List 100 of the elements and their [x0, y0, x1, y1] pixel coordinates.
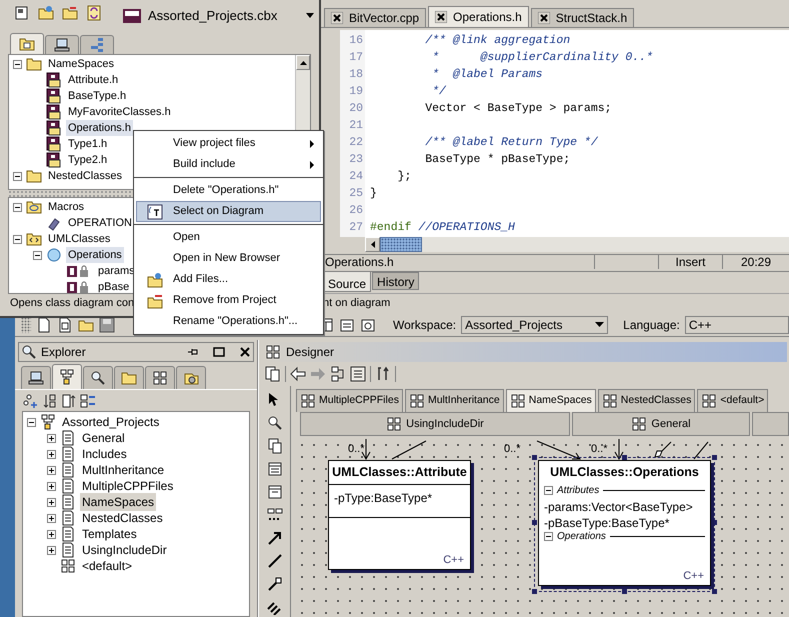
tree-item[interactable]: Type2.h — [66, 152, 110, 168]
maximize-icon[interactable] — [213, 346, 225, 358]
properties-icon[interactable] — [339, 316, 355, 332]
collapse-icon[interactable] — [13, 202, 22, 212]
close-icon[interactable] — [331, 12, 343, 24]
refresh-icon[interactable] — [86, 5, 102, 21]
diagram-tab[interactable]: General — [572, 412, 750, 436]
collapse-icon[interactable] — [27, 418, 36, 426]
save-icon[interactable] — [99, 316, 115, 332]
diagram-tab[interactable]: MultInheritance — [404, 389, 504, 412]
class-box[interactable]: UMLClasses::Attribute -pType:BaseType* C++ — [328, 460, 471, 570]
diagram-tab[interactable]: NestedClasses — [598, 389, 696, 412]
hierarchy-icon[interactable] — [330, 366, 346, 382]
interface-tool-icon[interactable] — [266, 484, 282, 500]
panel-tab[interactable] — [10, 33, 44, 54]
view-tab[interactable]: History — [372, 272, 420, 290]
tree-item[interactable]: <default> — [80, 557, 134, 575]
toolbar-grip[interactable] — [21, 316, 31, 332]
diagram-tab[interactable]: NameSpaces — [506, 389, 596, 412]
expand-icon[interactable] — [47, 466, 56, 474]
menu-item[interactable]: View project files — [136, 133, 321, 154]
collapse-icon[interactable] — [13, 172, 22, 180]
view-tab[interactable]: Source — [323, 272, 372, 292]
connector-line[interactable] — [694, 442, 708, 460]
panel-tab[interactable] — [176, 366, 206, 389]
tree-item[interactable]: BaseType.h — [66, 88, 128, 104]
tree-item[interactable]: OPERATION — [66, 214, 134, 232]
tree-item[interactable]: Operations — [66, 246, 124, 264]
panel-tab[interactable] — [45, 35, 79, 54]
package-icon[interactable] — [266, 438, 282, 454]
panel-tab[interactable] — [145, 366, 175, 389]
tree-item[interactable]: params — [96, 262, 137, 280]
expand-icon[interactable] — [47, 530, 56, 538]
code-editor[interactable] — [340, 30, 789, 238]
editor-tab[interactable]: BitVector.cpp — [324, 8, 426, 27]
pin-icon[interactable] — [187, 346, 199, 358]
collapse-icon[interactable] — [33, 250, 42, 260]
sort-icon[interactable] — [42, 392, 58, 408]
class-box[interactable]: UMLClasses::Operations Attributes -params:Vector<BaseType> -pBaseType:BaseType* Operations C++ — [538, 460, 711, 586]
close-icon[interactable] — [538, 12, 550, 24]
new-window-icon[interactable] — [14, 5, 30, 21]
back-arrow-icon[interactable] — [290, 366, 306, 382]
tree-item[interactable]: Operations.h — [66, 120, 133, 136]
menu-item[interactable]: Build include — [136, 154, 321, 175]
language-field[interactable]: C++ — [684, 316, 789, 334]
collapse-icon[interactable] — [544, 486, 553, 496]
panel-tab[interactable] — [83, 366, 113, 389]
menu-item[interactable]: Add Files... — [136, 269, 321, 290]
tree-item[interactable]: UsingIncludeDir — [80, 541, 169, 559]
tree-item[interactable]: Templates — [80, 525, 139, 543]
menu-item[interactable]: Open in New Browser — [136, 248, 321, 269]
menu-item[interactable]: Rename "Operations.h"... — [136, 311, 321, 332]
close-icon[interactable] — [435, 10, 448, 23]
note-link-tool-icon[interactable] — [266, 576, 282, 592]
editor-tab[interactable]: Operations.h — [428, 6, 529, 27]
tree-item[interactable]: pBase — [96, 278, 132, 293]
arrow-tool-icon[interactable] — [266, 530, 282, 546]
horizontal-scrollbar[interactable] — [365, 237, 789, 252]
class-tool-icon[interactable] — [266, 461, 282, 477]
add-node-icon[interactable] — [23, 392, 39, 408]
connector-line[interactable] — [614, 439, 624, 460]
sort-up-icon[interactable] — [61, 392, 77, 408]
tree-item[interactable]: General — [80, 429, 127, 447]
line-tool-icon[interactable] — [266, 553, 282, 569]
aggregation-connector[interactable] — [654, 442, 672, 458]
expand-icon[interactable] — [47, 450, 56, 458]
connector-line[interactable] — [392, 440, 426, 460]
tree-item[interactable]: Includes — [80, 445, 129, 463]
collapse-icon[interactable] — [544, 532, 553, 542]
menu-item[interactable]: Open — [136, 227, 321, 248]
tree-item[interactable]: NestedClasses — [80, 509, 165, 527]
component-tool-icon[interactable] — [266, 507, 282, 523]
expand-icon[interactable] — [47, 514, 56, 522]
menu-item[interactable]: Delete "Operations.h" — [136, 180, 321, 201]
menu-item[interactable]: Select on Diagram — [136, 201, 321, 222]
connector-line[interactable] — [536, 440, 581, 460]
open-folder-icon[interactable] — [38, 5, 54, 21]
expand-icon[interactable] — [47, 434, 56, 442]
menu-item[interactable]: Remove from Project — [136, 290, 321, 311]
tree-item[interactable]: NameSpaces — [80, 493, 156, 511]
tree-item[interactable]: MultInheritance — [80, 461, 166, 479]
layout-icon[interactable] — [350, 366, 366, 382]
collapse-icon[interactable] — [13, 234, 22, 244]
workspace-combo[interactable]: Assorted_Projects — [461, 316, 608, 334]
collapse-icon[interactable] — [13, 60, 22, 68]
new-class-icon[interactable] — [57, 316, 73, 332]
tree-item[interactable]: Assorted_Projects — [60, 413, 162, 431]
expand-icon[interactable] — [47, 482, 56, 490]
panel-tab[interactable] — [52, 364, 82, 389]
tree-item[interactable]: MultipleCPPFiles — [80, 477, 176, 495]
tree-item[interactable]: Type1.h — [66, 136, 110, 152]
panel-tab[interactable] — [21, 366, 51, 389]
tree-item[interactable]: UMLClasses — [46, 230, 112, 248]
view-icon[interactable] — [360, 316, 376, 332]
diagram-tab[interactable]: <default> — [697, 389, 768, 412]
zoom-icon[interactable] — [266, 415, 282, 431]
copy-icon[interactable] — [265, 366, 281, 382]
diagram-tab[interactable]: UsingIncludeDir — [300, 412, 570, 436]
scroll-thumb[interactable] — [380, 237, 422, 252]
project-combo[interactable]: Assorted_Projects.cbx — [118, 5, 318, 27]
